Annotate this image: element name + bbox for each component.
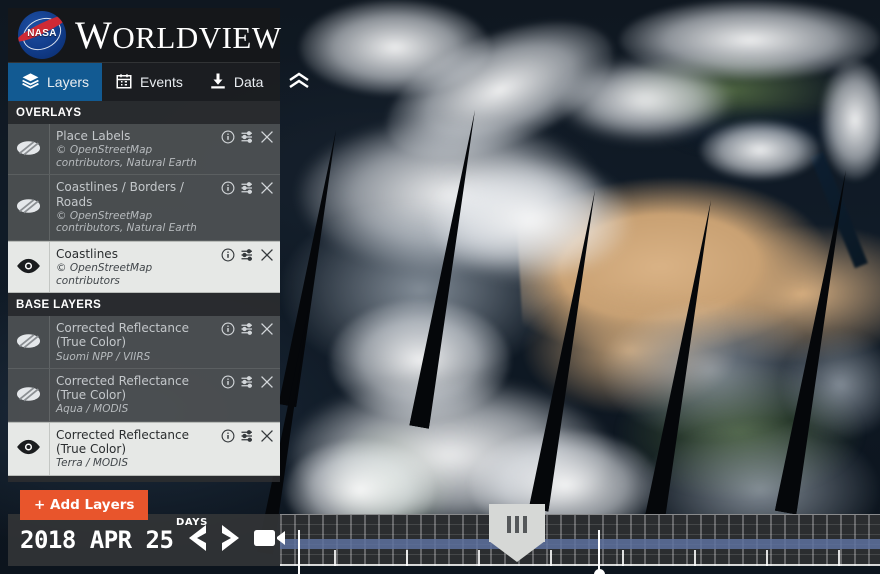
layer-source: Terra / MODIS	[56, 457, 129, 470]
sidebar: NASA WORLDVIEW Layers Events Data OVERLA…	[8, 8, 310, 520]
layer-attribution: © OpenStreetMap contributors	[56, 262, 153, 287]
layer-row[interactable]: Coastlines / Borders / Roads © OpenStree…	[8, 175, 280, 241]
close-icon[interactable]	[260, 181, 274, 198]
eye-icon	[16, 439, 41, 458]
timeline-month-divider	[298, 530, 300, 574]
layer-actions	[219, 175, 280, 198]
layer-name: Corrected Reflectance (True Color)	[56, 374, 189, 403]
chevron-up-icon	[287, 72, 311, 93]
tab-events[interactable]: Events	[102, 63, 196, 101]
add-layers-button[interactable]: + Add Layers	[20, 489, 149, 520]
group-title-base-layers: BASE LAYERS	[16, 299, 102, 312]
layer-visibility-toggle[interactable]	[8, 241, 50, 293]
layer-source: Suomi NPP / VIIRS	[56, 350, 151, 363]
settings-sliders-icon[interactable]	[240, 130, 255, 147]
layer-visibility-toggle[interactable]	[8, 369, 50, 421]
timeline-month-labels: APR2018 MAY2018	[280, 530, 880, 574]
layer-actions	[219, 124, 280, 147]
timeline-handle-pointer	[489, 541, 545, 562]
chevron-right-icon[interactable]	[217, 523, 243, 558]
timeline-track[interactable]	[280, 514, 880, 566]
sidebar-tabs: Layers Events Data	[8, 63, 310, 101]
layer-actions	[219, 242, 280, 265]
layer-info: Corrected Reflectance (True Color) Suomi…	[50, 316, 219, 368]
layer-actions	[219, 423, 280, 446]
info-icon[interactable]	[221, 248, 235, 265]
close-icon[interactable]	[260, 429, 274, 446]
eye-icon	[16, 258, 41, 277]
layer-name: Place Labels	[56, 129, 131, 143]
info-icon[interactable]	[221, 429, 235, 446]
layer-info: Place Labels © OpenStreetMap contributor…	[50, 124, 219, 174]
timeline-week-ticks	[280, 515, 880, 566]
settings-sliders-icon[interactable]	[240, 248, 255, 265]
page-title-initial: W	[75, 13, 113, 57]
download-icon	[209, 72, 227, 93]
layer-name: Corrected Reflectance (True Color)	[56, 321, 189, 350]
layer-row[interactable]: Coastlines © OpenStreetMap contributors	[8, 240, 280, 294]
nasa-logo-icon[interactable]: NASA	[18, 11, 66, 59]
timeline-drag-handle[interactable]	[489, 504, 545, 562]
layer-visibility-toggle[interactable]	[8, 124, 50, 175]
layer-attribution: © OpenStreetMap contributors, Natural Ea…	[56, 144, 197, 169]
settings-sliders-icon[interactable]	[240, 181, 255, 198]
layer-visibility-toggle[interactable]	[8, 316, 50, 369]
layer-name: Coastlines / Borders / Roads	[56, 180, 184, 209]
layer-source: Aqua / MODIS	[56, 403, 129, 416]
close-icon[interactable]	[260, 130, 274, 147]
tab-data[interactable]: Data	[196, 63, 277, 101]
eye-slash-icon	[16, 333, 41, 352]
timeline-month-divider	[598, 530, 600, 574]
info-icon[interactable]	[221, 130, 235, 147]
layer-visibility-toggle[interactable]	[8, 175, 50, 240]
close-icon[interactable]	[260, 322, 274, 339]
drag-handle-icon	[489, 516, 545, 533]
settings-sliders-icon[interactable]	[240, 375, 255, 392]
app-header: NASA WORLDVIEW	[8, 8, 282, 63]
calendar-icon	[115, 72, 133, 93]
layer-info: Corrected Reflectance (True Color) Terra…	[50, 423, 219, 475]
layer-info: Coastlines / Borders / Roads © OpenStree…	[50, 175, 219, 240]
layer-row[interactable]: Corrected Reflectance (True Color) Suomi…	[8, 316, 280, 370]
layer-actions	[219, 316, 280, 339]
layer-attribution: © OpenStreetMap contributors, Natural Ea…	[56, 209, 197, 235]
tab-layers-label: Layers	[47, 74, 90, 90]
info-icon[interactable]	[221, 322, 235, 339]
nasa-wordmark: NASA	[27, 28, 57, 39]
eye-slash-icon	[16, 198, 41, 217]
layer-info: Coastlines © OpenStreetMap contributors	[50, 242, 219, 292]
layers-panel: OVERLAYS Place Labels © OpenStreetMap co…	[8, 101, 280, 482]
layer-info: Corrected Reflectance (True Color) Aqua …	[50, 369, 219, 421]
eye-slash-icon	[16, 386, 41, 405]
layer-actions	[219, 369, 280, 392]
close-icon[interactable]	[260, 248, 274, 265]
page-title-rest: ORLDVIEW	[112, 19, 282, 55]
close-icon[interactable]	[260, 375, 274, 392]
timeline-selected-marker[interactable]	[593, 569, 605, 574]
video-camera-icon[interactable]	[253, 526, 287, 555]
layers-icon	[21, 71, 40, 93]
settings-sliders-icon[interactable]	[240, 322, 255, 339]
tab-events-label: Events	[140, 74, 183, 90]
date-control-panel: 2018 APR 25 DAYS	[8, 514, 286, 566]
layer-visibility-toggle[interactable]	[8, 423, 50, 475]
info-icon[interactable]	[221, 375, 235, 392]
info-icon[interactable]	[221, 181, 235, 198]
eye-slash-icon	[16, 140, 41, 159]
layer-row[interactable]: Place Labels © OpenStreetMap contributor…	[8, 124, 280, 176]
collapse-sidebar-button[interactable]	[276, 63, 322, 101]
tab-data-label: Data	[233, 74, 264, 90]
settings-sliders-icon[interactable]	[240, 429, 255, 446]
layer-row[interactable]: Corrected Reflectance (True Color) Terra…	[8, 422, 280, 476]
current-date-display[interactable]: 2018 APR 25	[8, 526, 174, 554]
tab-layers[interactable]: Layers	[8, 63, 103, 101]
layer-row[interactable]: Corrected Reflectance (True Color) Aqua …	[8, 369, 280, 422]
layer-name: Coastlines	[56, 246, 118, 261]
page-title: WORLDVIEW	[75, 16, 282, 55]
group-title-overlays: OVERLAYS	[16, 107, 82, 119]
layer-name: Corrected Reflectance (True Color)	[56, 428, 189, 457]
